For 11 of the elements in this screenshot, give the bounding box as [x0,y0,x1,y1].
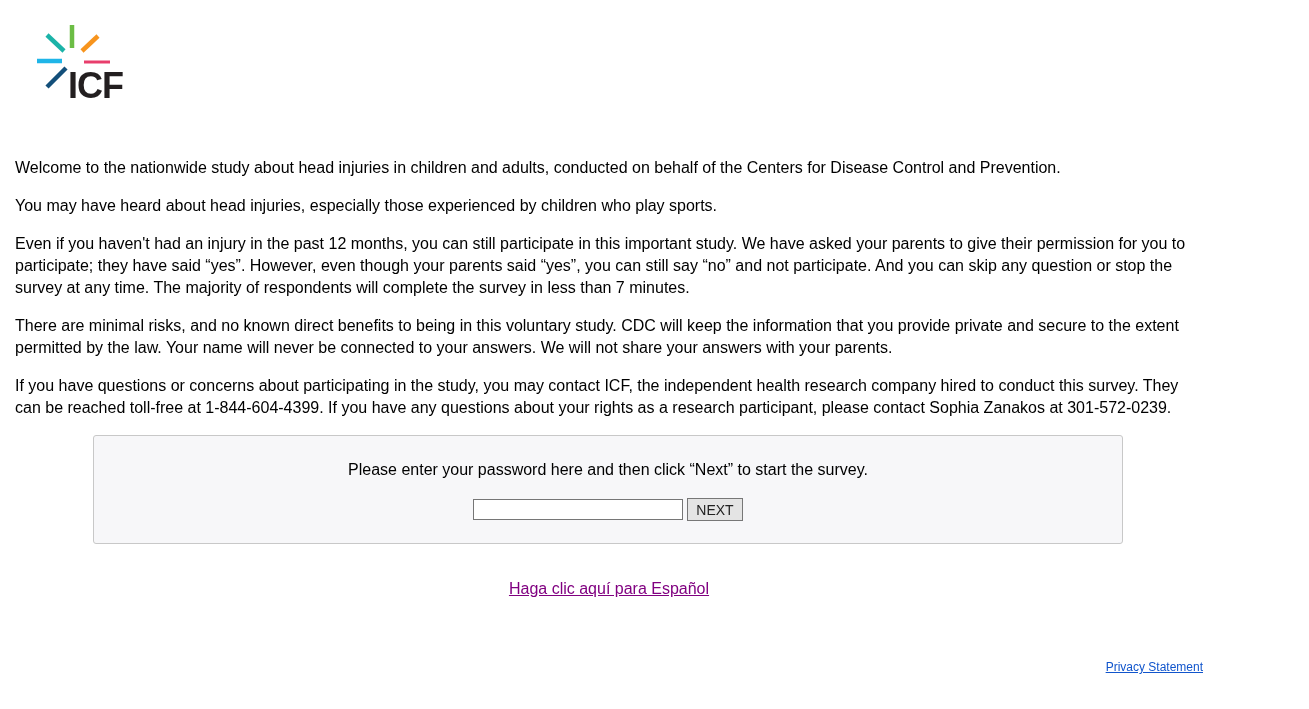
spanish-link[interactable]: Haga clic aquí para Español [508,578,710,600]
body-paragraph: Even if you haven't had an injury in the past 12 months, you can still participate in this important study. We have asked your parents to give their permission for you to participate; they have said “yes”. However, even though your parents said “yes”, you can still say “no” and not participate. And you can skip any question or stop the survey at any time. The majority of respondents will complete the survey in less than 7 minutes. [15,234,1187,298]
body-paragraph: Welcome to the nationwide study about head injuries in children and adults, conducted on behalf of the Centers for Disease Control and Prevention. [15,158,1062,178]
body-paragraph: There are minimal risks, and no known direct benefits to being in this voluntary study. CDC will keep the information that you provide private and secure to the extent permitted by the law. Your name will never be connected to your answers. We will not share your answers with your parents. [15,316,1180,358]
password-field[interactable] [473,499,684,520]
body-paragraph: If you have questions or concerns about participating in the study, you may contact ICF, the independent health research company hired to conduct this survey. They can be reached toll-free at 1-844-604-4399. If you have any questions about your rights as a research participant, please contact Sophia Zanakos at 301-572-0239. [15,376,1180,418]
logo-text: ICF [68,68,123,104]
privacy-statement-link[interactable]: Privacy Statement [1105,660,1203,674]
password-prompt: Please enter your password here and then click “Next” to start the survey. [347,460,869,480]
next-button[interactable]: NEXT [687,498,743,521]
body-paragraph: You may have heard about head injuries, especially those experienced by children who play sports. [15,196,719,216]
